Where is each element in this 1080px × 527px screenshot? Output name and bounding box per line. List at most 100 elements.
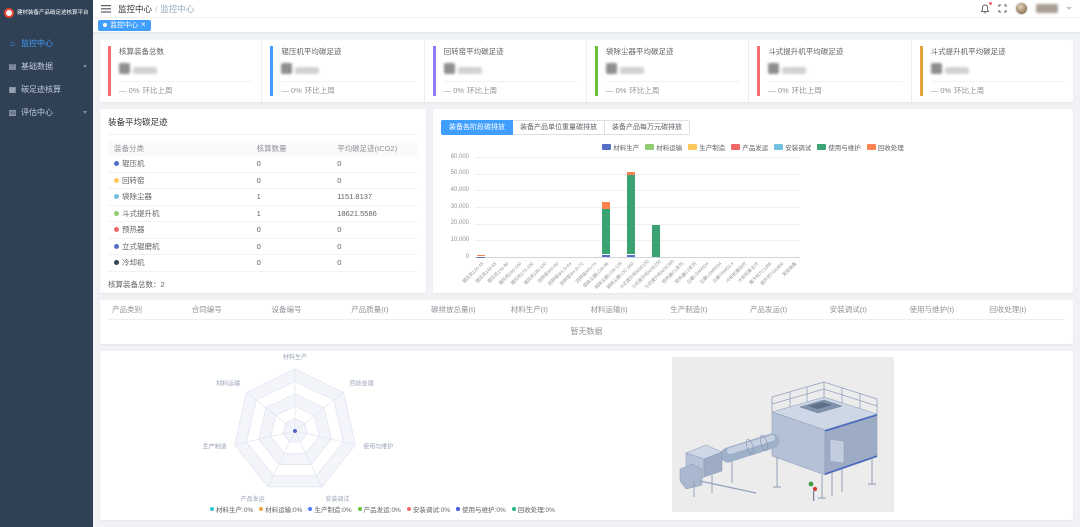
user-menu-caret-icon[interactable]: [1066, 7, 1072, 10]
column-header: 使用与维护(t): [906, 304, 986, 315]
legend-item[interactable]: 安装调试: [774, 142, 811, 152]
kpi-value-masked: [444, 61, 578, 74]
y-axis-tick: 60,000: [441, 154, 469, 160]
table-row: 辊压机 00: [108, 156, 418, 173]
svg-text:材料生产: 材料生产: [283, 353, 307, 361]
table-row: 袋除尘器 11151.8137: [108, 189, 418, 206]
y-axis-tick: 0: [441, 254, 469, 260]
svg-text:回收处理: 回收处理: [350, 379, 374, 387]
column-header: 产品类别: [108, 304, 188, 315]
tab-stage-emissions[interactable]: 装备各阶段碳排放: [441, 120, 513, 135]
sidebar-item-evaluation-center[interactable]: ▧ 评估中心: [0, 101, 93, 124]
bar-segment: [602, 202, 610, 209]
radar-chart: 材料生产回收处理使用与维护安装调试产品发运生产制造材料运输: [100, 353, 490, 505]
bar-segment: [602, 255, 610, 258]
column-header: 合同编号: [188, 304, 268, 315]
table-row: 冷却机 00: [108, 255, 418, 272]
table-row: 回转窑 00: [108, 173, 418, 190]
legend-item[interactable]: 生产制造: [688, 142, 725, 152]
kpi-card-bag-filter: 袋除尘器平均碳足迹 — 0%环比上周: [587, 40, 749, 102]
legend-item: 产品发运:0%: [358, 504, 401, 514]
grid-icon: ▤: [8, 62, 17, 71]
product-table-header: 产品类别合同编号设备编号产品质量(t)碳排放总量(t)材料生产(t)材料运输(t…: [108, 300, 1065, 320]
bar-segment: [477, 255, 485, 256]
kpi-trend: — 0%环比上周: [281, 81, 415, 96]
kpi-title: 核算装备总数: [119, 46, 253, 57]
kpi-panel: 核算装备总数 — 0%环比上周 辊压机平均碳足迹 — 0%环比上周 回转窑平均碳…: [100, 40, 1073, 102]
kpi-trend: — 0%环比上周: [606, 81, 740, 96]
kpi-title: 袋除尘器平均碳足迹: [606, 46, 740, 57]
empty-state: 暂无数据: [108, 320, 1065, 342]
kpi-trend: — 0%环比上周: [931, 81, 1065, 96]
sidebar: 建材装备产品碳足迹核算平台 ⌂ 监控中心 ▤ 基础数据 ▦ 碳足迹核算 ▧ 评估…: [0, 0, 93, 527]
legend-item[interactable]: 产品发运: [731, 142, 768, 152]
column-header: 安装调试(t): [826, 304, 906, 315]
bar-segment: [627, 172, 635, 175]
sidebar-item-monitor-center[interactable]: ⌂ 监控中心: [0, 32, 93, 55]
breadcrumb-root[interactable]: 监控中心: [118, 4, 152, 14]
column-header: 产品发运(t): [746, 304, 826, 315]
breadcrumb: 监控中心/监控中心: [118, 3, 194, 15]
panel-title: 装备平均碳足迹: [108, 116, 418, 135]
legend-item: 回收处理:0%: [512, 504, 555, 514]
username-masked[interactable]: [1036, 4, 1058, 13]
legend-item: 材料运输:0%: [259, 504, 302, 514]
calc-icon: ▦: [8, 85, 17, 94]
main-content: 核算装备总数 — 0%环比上周 辊压机平均碳足迹 — 0%环比上周 回转窑平均碳…: [93, 33, 1080, 527]
logo-icon: [4, 8, 14, 18]
table-row: 斗式提升机 118621.5586: [108, 206, 418, 223]
avatar[interactable]: [1015, 2, 1028, 15]
svg-text:使用与维护: 使用与维护: [363, 443, 393, 451]
machine-3d-image: [672, 357, 894, 512]
table-row: 预热器 00: [108, 222, 418, 239]
tag-active-dot: [103, 23, 107, 27]
breadcrumb-current: 监控中心: [160, 4, 194, 14]
legend-item[interactable]: 使用与维护: [817, 142, 861, 152]
kpi-value-masked: [768, 61, 902, 74]
tag-monitor-center[interactable]: 监控中心 ×: [98, 20, 151, 31]
evaluate-icon: ▧: [8, 108, 17, 117]
column-header: 设备编号: [268, 304, 348, 315]
bar-segment: [627, 255, 635, 258]
legend-item[interactable]: 回收处理: [867, 142, 904, 152]
tab-unit-weight-emissions[interactable]: 装备产品单位重量碳排放: [512, 120, 605, 135]
equipment-avg-panel: 装备平均碳足迹 装备分类 核算数量 平均碳足迹(tCO2) 辊压机 00 回转窑…: [100, 109, 426, 293]
kpi-title: 回转窑平均碳足迹: [444, 46, 578, 57]
legend-item[interactable]: 材料生产: [602, 142, 639, 152]
legend-item: 使用与维护:0%: [456, 504, 506, 514]
notification-bell-icon[interactable]: [980, 4, 990, 14]
sidebar-menu: ⌂ 监控中心 ▤ 基础数据 ▦ 碳足迹核算 ▧ 评估中心: [0, 26, 93, 124]
kpi-title: 辊压机平均碳足迹: [281, 46, 415, 57]
sidebar-item-carbon-calc[interactable]: ▦ 碳足迹核算: [0, 78, 93, 101]
fullscreen-icon[interactable]: [998, 4, 1007, 13]
table-header-row: 装备分类 核算数量 平均碳足迹(tCO2): [108, 141, 418, 156]
app-logo: 建材装备产品碳足迹核算平台: [0, 0, 93, 26]
y-axis-tick: 30,000: [441, 204, 469, 210]
kpi-value-masked: [281, 61, 415, 74]
column-header: 产品质量(t): [347, 304, 427, 315]
bar-chart-plot: 0 10,000 20,000 30,000 40,000 50,000 60,…: [441, 155, 1065, 283]
tab-per-10k-yuan-emissions[interactable]: 装备产品每万元碳排放: [604, 120, 690, 135]
tag-bar: 监控中心 ×: [93, 18, 1080, 33]
kpi-card-bucket-elevator-1: 斗式提升机平均碳足迹 — 0%环比上周: [749, 40, 911, 102]
equipment-table-body: 辊压机 00 回转窑 00 袋除尘器 11151.8137 斗式提升机 1186…: [108, 156, 418, 272]
kpi-card-bucket-elevator-2: 斗式提升机平均碳足迹 — 0%环比上周: [912, 40, 1073, 102]
equipment-total-footer: 核算装备总数：2: [108, 279, 418, 290]
notification-badge: [989, 2, 993, 6]
kpi-title: 斗式提升机平均碳足迹: [768, 46, 902, 57]
column-header: 材料运输(t): [587, 304, 667, 315]
equipment-table: 装备分类 核算数量 平均碳足迹(tCO2) 辊压机 00 回转窑 00 袋除尘器…: [108, 141, 418, 272]
svg-text:产品发运: 产品发运: [241, 495, 265, 503]
legend-item[interactable]: 材料运输: [645, 142, 682, 152]
sidebar-item-basic-data[interactable]: ▤ 基础数据: [0, 55, 93, 78]
kpi-card-total-equipment: 核算装备总数 — 0%环比上周: [100, 40, 262, 102]
bar-segment: [477, 257, 485, 258]
legend-item: 生产制造:0%: [308, 504, 351, 514]
product-table-panel: 产品类别合同编号设备编号产品质量(t)碳排放总量(t)材料生产(t)材料运输(t…: [100, 300, 1073, 344]
svg-text:生产制造: 生产制造: [203, 443, 227, 451]
home-icon: ⌂: [8, 39, 17, 48]
sidebar-collapse-icon[interactable]: [101, 5, 111, 13]
tag-close-icon[interactable]: ×: [141, 21, 146, 29]
kpi-title: 斗式提升机平均碳足迹: [931, 46, 1065, 57]
y-axis-tick: 50,000: [441, 170, 469, 176]
